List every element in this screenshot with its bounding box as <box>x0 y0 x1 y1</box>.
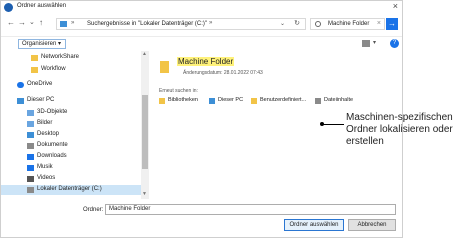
breadcrumb-path[interactable]: Suchergebnisse in "Lokaler Datenträger (… <box>87 21 207 27</box>
sidebar-item-downloads[interactable]: Downloads <box>1 152 141 162</box>
search-input[interactable]: Machine Folder × <box>310 18 385 30</box>
search-again-libraries[interactable]: Bibliotheken <box>159 97 215 106</box>
select-folder-button[interactable]: Ordner auswählen <box>284 219 344 231</box>
cloud-icon <box>17 82 24 88</box>
sidebar-item-this-pc[interactable]: Dieser PC <box>1 96 141 106</box>
forward-arrow-icon[interactable]: → <box>18 18 26 28</box>
search-again-file-contents[interactable]: Dateiinhalte <box>315 97 359 106</box>
recent-dropdown-icon[interactable]: ⌄ <box>29 18 35 28</box>
sidebar-item-local-disk[interactable]: Lokaler Datenträger (C:) <box>1 185 141 195</box>
folder-name-field[interactable]: Machine Folder <box>105 204 396 215</box>
search-value: Machine Folder <box>328 21 370 27</box>
custom-folder-icon <box>251 98 257 104</box>
location-label: Dateiinhalte <box>324 97 354 103</box>
folder-name-label: Ordner: <box>83 207 104 213</box>
annotation-text: Maschinen-spezifischen Ordner lokalisier… <box>346 112 453 147</box>
folder-icon <box>31 55 38 61</box>
help-icon[interactable]: ? <box>390 39 399 48</box>
sidebar-item-onedrive[interactable]: OneDrive <box>1 80 141 90</box>
title-bar: Ordner auswählen × <box>1 1 402 15</box>
scroll-up-icon[interactable]: ▲ <box>142 51 147 57</box>
sidebar-item-desktop[interactable]: Desktop <box>1 130 141 140</box>
sidebar-item-label: Musik <box>37 164 53 170</box>
scroll-down-icon[interactable]: ▼ <box>142 191 147 197</box>
view-options-icon[interactable] <box>362 40 370 47</box>
folder-icon <box>160 61 169 73</box>
search-again-label: Erneut suchen in: <box>159 88 198 94</box>
organize-button[interactable]: Organisieren ▾ <box>18 39 66 49</box>
sidebar-item-label: Lokaler Datenträger (C:) <box>37 186 102 192</box>
breadcrumb-separator: » <box>71 20 75 26</box>
sidebar-item-label: Dieser PC <box>27 97 55 103</box>
sidebar-item-label: Downloads <box>37 153 67 159</box>
sidebar-item-label: 3D-Objekte <box>37 109 68 115</box>
folder-icon <box>31 67 38 73</box>
sidebar-item-networkshare[interactable]: NetworkShare <box>1 53 141 63</box>
refresh-icon[interactable]: ↻ <box>294 19 300 27</box>
pictures-icon <box>27 121 34 127</box>
sidebar-item-workflow[interactable]: Workflow <box>1 65 141 75</box>
search-again-this-pc[interactable]: Dieser PC <box>209 97 253 106</box>
file-contents-icon <box>315 98 321 104</box>
sidebar-item-label: Dokumente <box>37 142 68 148</box>
sidebar-item-3d-objects[interactable]: 3D-Objekte <box>1 108 141 118</box>
clear-search-icon[interactable]: × <box>377 20 381 27</box>
sidebar-item-documents[interactable]: Dokumente <box>1 141 141 151</box>
app-icon <box>4 3 13 12</box>
sidebar-item-pictures[interactable]: Bilder <box>1 119 141 129</box>
search-go-button[interactable]: → <box>386 18 398 30</box>
toolbar: Organisieren ▾ ▾ ? <box>1 36 402 50</box>
download-icon <box>27 154 34 160</box>
music-icon <box>27 165 34 171</box>
navigation-scrollbar[interactable]: ▲ ▼ <box>141 51 149 199</box>
library-icon <box>159 98 165 104</box>
window-title: Ordner auswählen <box>17 3 67 9</box>
sidebar-item-label: NetworkShare <box>41 54 80 60</box>
view-dropdown-icon[interactable]: ▾ <box>373 39 376 46</box>
back-arrow-icon[interactable]: ← <box>7 18 15 28</box>
video-icon <box>27 176 34 182</box>
sidebar-item-videos[interactable]: Videos <box>1 174 141 184</box>
result-item-machine-folder[interactable]: Machine Folder Änderungsdatum: 28.01.202… <box>157 55 263 83</box>
up-arrow-icon[interactable]: ↑ <box>39 18 43 28</box>
scrollbar-thumb[interactable] <box>142 95 148 169</box>
documents-icon <box>27 143 34 149</box>
result-modified-date: Änderungsdatum: 28.01.2022 07:43 <box>183 70 263 76</box>
folder-dialog: Ordner auswählen × ← → ⌄ ↑ » Suchergebni… <box>0 0 403 238</box>
pc-icon <box>209 98 215 104</box>
close-icon[interactable]: × <box>393 1 398 11</box>
drive-icon <box>27 187 34 193</box>
desktop-icon <box>27 132 34 138</box>
search-icon <box>315 21 321 27</box>
cube-icon <box>27 110 34 116</box>
sidebar-item-label: Desktop <box>37 131 60 137</box>
location-label: Bibliotheken <box>168 97 198 103</box>
breadcrumb-separator: » <box>209 20 213 26</box>
pc-icon <box>17 98 24 104</box>
search-results-icon <box>60 21 67 27</box>
sidebar-item-music[interactable]: Musik <box>1 163 141 173</box>
navigation-pane: NetworkShare Workflow OneDrive Dieser PC… <box>1 51 149 199</box>
address-dropdown-icon[interactable]: ⌄ <box>280 20 285 27</box>
search-again-custom[interactable]: Benutzerdefiniert... <box>251 97 313 106</box>
sidebar-item-label: Bilder <box>37 120 53 126</box>
location-label: Benutzerdefiniert... <box>260 97 307 103</box>
address-row: ← → ⌄ ↑ » Suchergebnisse in "Lokaler Dat… <box>1 16 402 32</box>
location-label: Dieser PC <box>218 97 244 103</box>
sidebar-item-label: Workflow <box>41 66 66 72</box>
address-bar[interactable]: » Suchergebnisse in "Lokaler Datenträger… <box>56 18 306 30</box>
callout-line <box>322 124 344 125</box>
cancel-button[interactable]: Abbrechen <box>348 219 396 231</box>
sidebar-item-label: Videos <box>37 175 56 181</box>
sidebar-item-label: OneDrive <box>27 81 53 87</box>
result-name: Machine Folder <box>177 57 235 66</box>
